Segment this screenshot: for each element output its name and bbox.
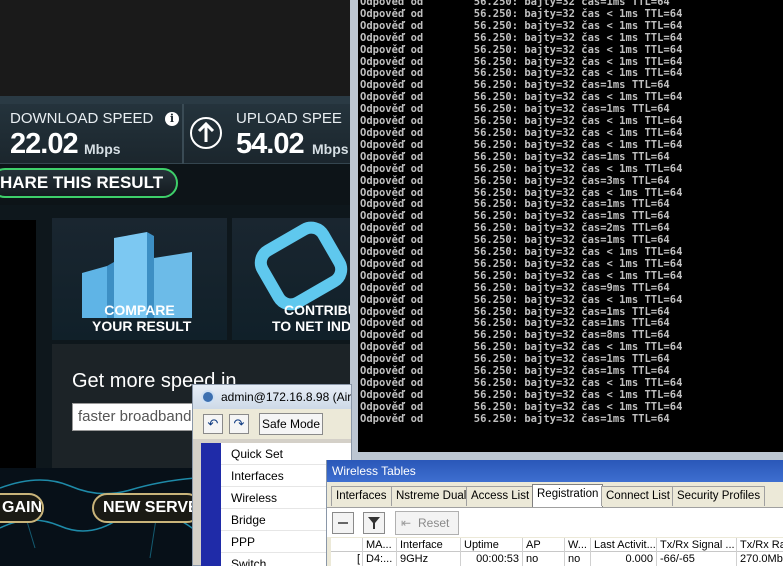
table-cell: 00:00:53: [461, 552, 523, 566]
winbox-toolbar: ↶ ↷ Safe Mode: [193, 409, 351, 439]
table-cell: 9GHz: [397, 552, 461, 566]
table-row[interactable]: [ D4:... 9GHz 00:00:53 no no 0.000 -66/-…: [331, 552, 783, 566]
col-header[interactable]: AP: [523, 538, 565, 552]
tab-registration[interactable]: Registration: [532, 484, 604, 507]
tab-interfaces[interactable]: Interfaces: [331, 486, 392, 506]
tab-nstreme-dual[interactable]: Nstreme Dual: [391, 486, 472, 506]
download-unit: Mbps: [84, 141, 121, 157]
wireless-toolbar: ⇤ Reset: [327, 507, 783, 537]
col-header[interactable]: Interface: [397, 538, 461, 552]
table-cell: -66/-65: [657, 552, 737, 566]
wireless-tables-window: Wireless Tables Interfaces Nstreme Dual …: [326, 460, 783, 566]
compare-result-tile[interactable]: COMPARE YOUR RESULT: [52, 218, 227, 340]
col-header[interactable]: MA...: [363, 538, 397, 552]
table-cell: 0.000: [591, 552, 657, 566]
test-again-button[interactable]: GAIN: [0, 493, 44, 523]
reset-button[interactable]: ⇤ Reset: [395, 511, 459, 535]
upload-speed: UPLOAD SPEE 54.02 Mbps: [236, 104, 360, 164]
upload-unit: Mbps: [312, 141, 349, 157]
col-header[interactable]: Uptime: [461, 538, 523, 552]
tab-access-list[interactable]: Access List: [466, 486, 535, 506]
table-cell: [: [331, 552, 363, 566]
mikrotik-logo-icon: [201, 390, 215, 404]
upload-label: UPLOAD SPEE: [236, 110, 342, 127]
contribute-line1: CONTRIBUT: [284, 302, 360, 318]
tab-connect-list[interactable]: Connect List: [601, 486, 675, 506]
wireless-tabs: Interfaces Nstreme Dual Access List Regi…: [327, 484, 783, 507]
share-result-button[interactable]: HARE THIS RESULT: [0, 168, 178, 198]
reset-label: Reset: [418, 516, 450, 530]
table-header: MA... Interface Uptime AP W... Last Acti…: [331, 538, 783, 552]
new-server-button[interactable]: NEW SERVE: [92, 493, 202, 523]
compare-text: COMPARE YOUR RESULT: [92, 302, 192, 334]
speedtest-header-area: [0, 0, 360, 96]
upload-arrow-icon: [190, 117, 222, 149]
registration-table: MA... Interface Uptime AP W... Last Acti…: [331, 538, 783, 566]
divider: [182, 104, 184, 164]
compare-line1: COMPARE: [104, 302, 175, 318]
col-header[interactable]: W...: [565, 538, 591, 552]
wireless-tables-title[interactable]: Wireless Tables: [327, 460, 783, 482]
redo-icon[interactable]: ↷: [229, 414, 249, 434]
ping-output: Odpověď od 56.250: bajty=32 čas=1ms TTL=…: [360, 0, 683, 425]
broadband-input[interactable]: faster broadband: [72, 403, 202, 431]
table-cell: no: [565, 552, 591, 566]
col-header[interactable]: Last Activit...: [591, 538, 657, 552]
tab-security-profiles[interactable]: Security Profiles: [672, 486, 766, 506]
reset-icon: ⇤: [401, 516, 412, 530]
info-icon[interactable]: i: [165, 112, 179, 126]
contribute-tile[interactable]: CONTRIBUT TO NET INDE: [232, 218, 360, 340]
table-cell: D4:...: [363, 552, 397, 566]
download-label: DOWNLOAD SPEED: [10, 110, 154, 127]
download-value: 22.02: [10, 128, 79, 160]
table-cell: no: [523, 552, 565, 566]
ping-console-window: Odpověď od 56.250: bajty=32 čas=1ms TTL=…: [350, 0, 783, 460]
download-speed: DOWNLOAD SPEED 22.02 Mbps i: [0, 104, 182, 164]
undo-icon[interactable]: ↶: [203, 414, 223, 434]
col-header[interactable]: Tx/Rx Ra: [737, 538, 783, 552]
filter-icon[interactable]: [363, 512, 385, 534]
winbox-title[interactable]: admin@172.16.8.98 (Air: [193, 385, 351, 409]
table-cell: 270.0Mbp: [737, 552, 783, 566]
safe-mode-button[interactable]: Safe Mode: [259, 413, 323, 435]
winbox-sidebar-strip: [201, 443, 221, 566]
speedtest-band: [0, 96, 360, 104]
col-header[interactable]: Tx/Rx Signal ...: [657, 538, 737, 552]
side-panel: [0, 220, 36, 470]
minus-icon[interactable]: [332, 512, 354, 534]
compare-line2: YOUR RESULT: [92, 318, 192, 334]
contribute-line2: TO NET INDE: [272, 318, 360, 334]
contribute-text: CONTRIBUT TO NET INDE: [266, 302, 360, 334]
winbox-title-text: admin@172.16.8.98 (Air: [221, 390, 351, 404]
col-header[interactable]: [331, 538, 363, 552]
upload-value: 54.02: [236, 128, 305, 160]
